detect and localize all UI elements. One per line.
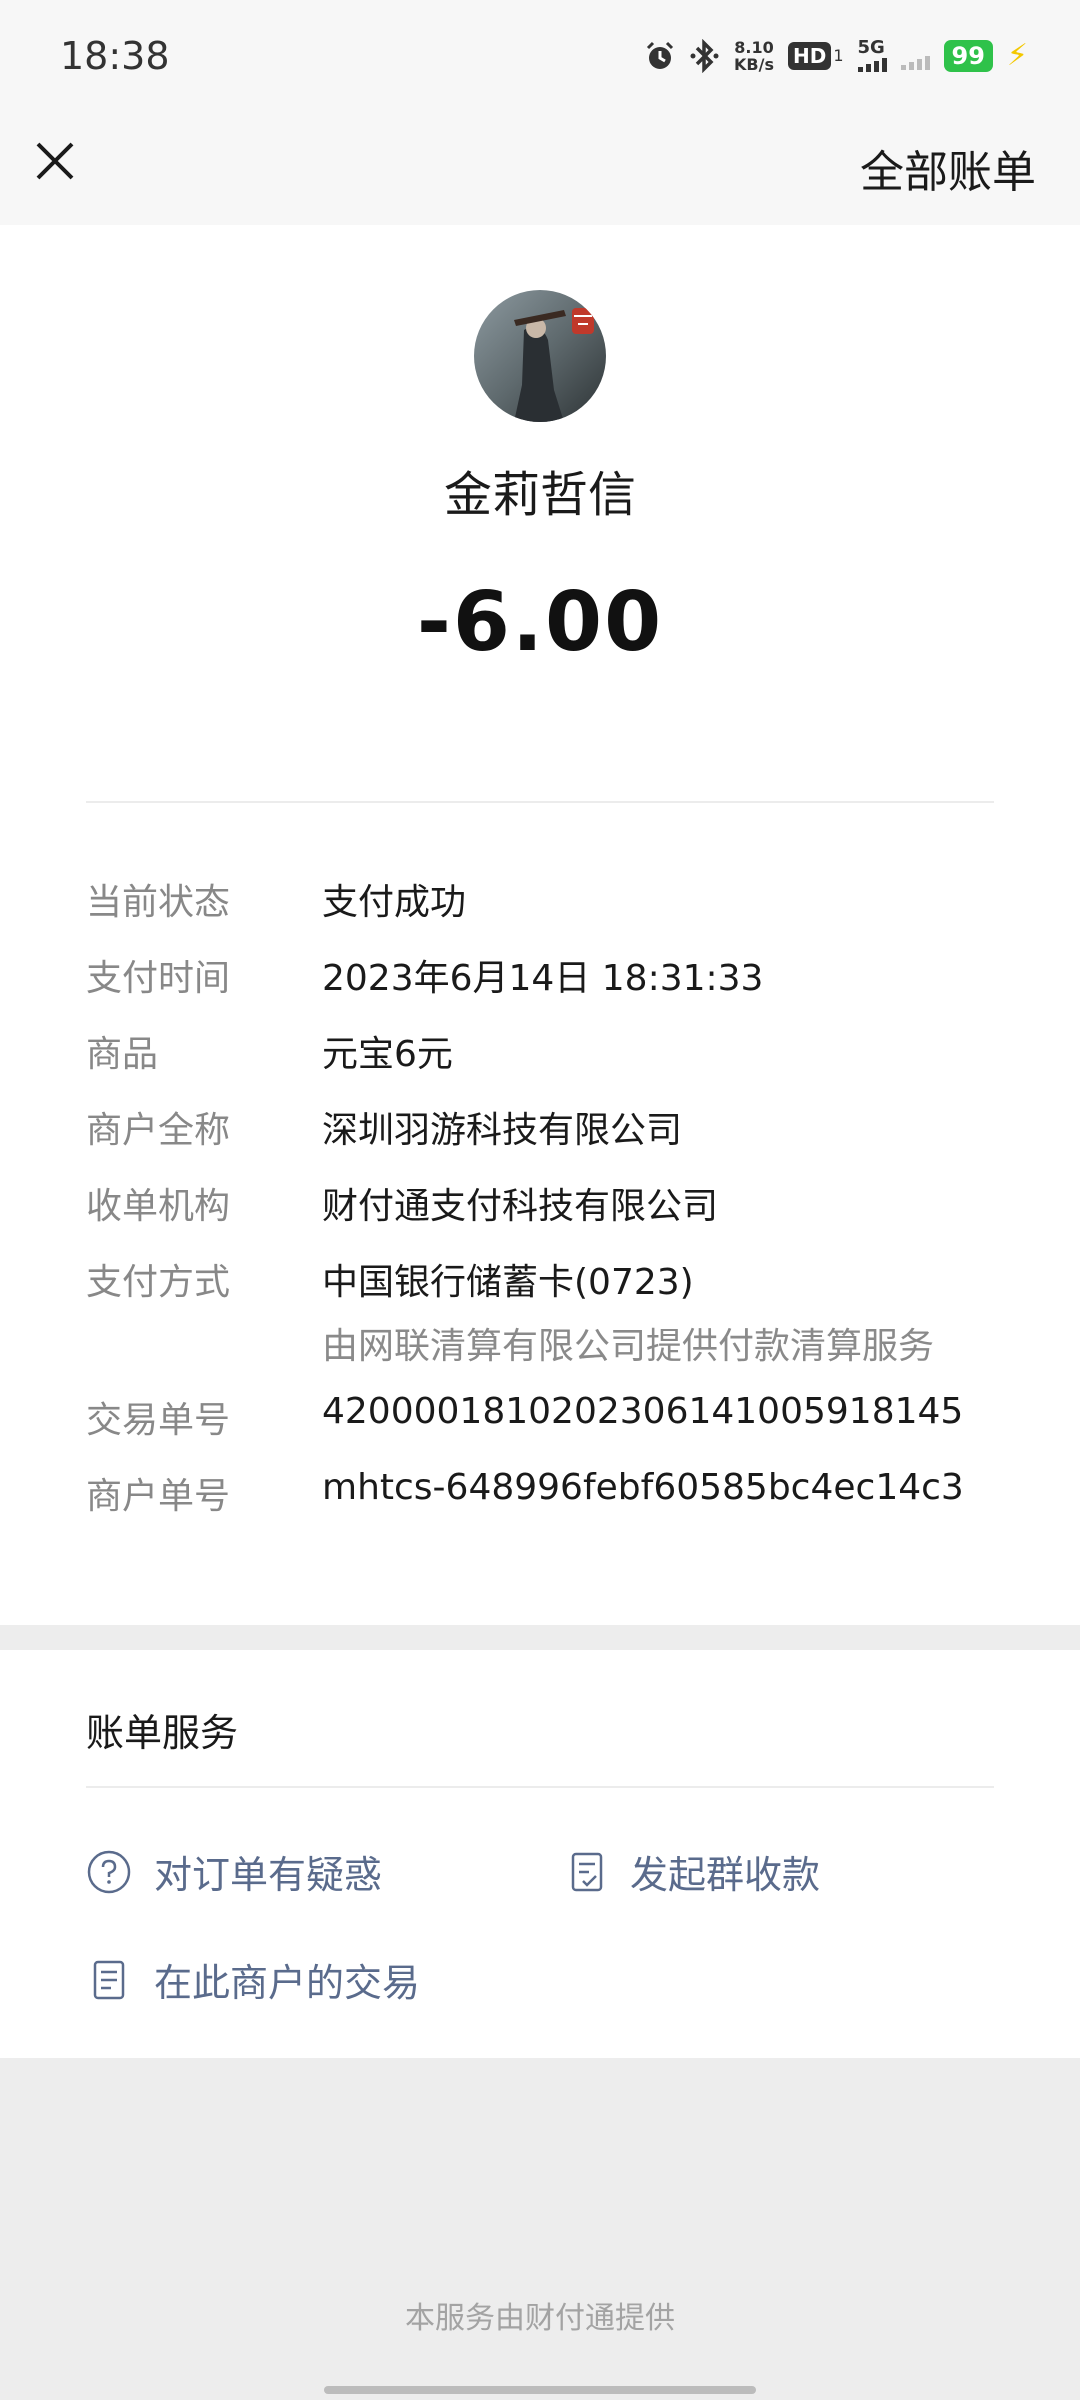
status-time: 18:38	[60, 34, 170, 78]
lightning-icon: ⚡	[1006, 38, 1028, 73]
detail-value: 深圳羽游科技有限公司	[322, 1110, 683, 1151]
merchant-name: 金莉哲信	[443, 467, 636, 523]
detail-label: 交易单号	[86, 1400, 231, 1441]
hd-badge: HD	[787, 41, 832, 70]
merchant-avatar	[474, 290, 606, 422]
group-collect-label: 发起群收款	[630, 1853, 821, 1897]
close-icon[interactable]	[30, 136, 80, 186]
detail-label: 商户单号	[86, 1476, 231, 1517]
detail-value: 4200001810202306141005918145	[322, 1391, 964, 1432]
battery-indicator: 99	[943, 39, 993, 72]
bill-detail-card: 金莉哲信 -6.00 当前状态 支付成功 支付时间 2023年6月14日 18:…	[0, 225, 1080, 1625]
detail-row-payment-method: 支付方式 中国银行储蓄卡(0723) 由网联清算有限公司提供付款清算服务	[86, 1253, 1026, 1383]
detail-value: 支付成功	[322, 882, 467, 923]
detail-label: 商品	[86, 1034, 159, 1075]
detail-label: 支付时间	[86, 958, 231, 999]
hd-sub: 1	[833, 46, 844, 65]
bill-services-card: 账单服务 对订单有疑惑 发起群收款 在此商户的交易	[0, 1650, 1080, 2058]
detail-label: 收单机构	[86, 1186, 231, 1227]
network-type: 5G	[857, 36, 885, 58]
divider	[86, 801, 994, 803]
net-speed-unit: KB/s	[734, 54, 774, 74]
signal-icon: 5G	[857, 36, 887, 72]
footer-provider-note: 本服务由财付通提供	[405, 2301, 675, 2336]
secondary-signal-icon	[900, 54, 930, 70]
group-collect-icon	[571, 1852, 603, 1891]
net-speed: 8.10 KB/s	[734, 39, 774, 73]
services-title: 账单服务	[86, 1711, 239, 1755]
detail-label: 商户全称	[86, 1110, 231, 1151]
net-speed-value: 8.10	[734, 37, 774, 57]
all-bills-link[interactable]: 全部账单	[860, 136, 1036, 200]
bluetooth-icon	[690, 38, 719, 73]
payment-amount: -6.00	[416, 575, 664, 670]
detail-label: 支付方式	[86, 1262, 231, 1303]
divider	[86, 1786, 994, 1788]
document-icon	[93, 1960, 125, 1999]
merchant-transactions-link[interactable]: 在此商户的交易	[86, 1952, 420, 2007]
detail-value: 中国银行储蓄卡(0723)	[322, 1262, 694, 1303]
detail-value: 2023年6月14日 18:31:33	[322, 958, 764, 999]
status-icons: 8.10 KB/s HD 1 5G 99 ⚡	[644, 38, 1028, 73]
detail-value: 元宝6元	[322, 1034, 453, 1075]
clearing-service-note: 由网联清算有限公司提供付款清算服务	[322, 1326, 935, 1367]
order-question-label: 对订单有疑惑	[154, 1853, 383, 1897]
group-collect-link[interactable]: 发起群收款	[568, 1844, 820, 1899]
home-indicator[interactable]	[324, 2386, 756, 2394]
order-question-link[interactable]: 对订单有疑惑	[86, 1844, 382, 1899]
detail-value: 财付通支付科技有限公司	[322, 1186, 719, 1227]
status-bar: 18:38 8.10 KB/s HD 1 5G 99 ⚡	[0, 0, 1080, 110]
nav-bar: 全部账单	[0, 110, 1080, 225]
detail-label: 当前状态	[86, 882, 231, 923]
question-icon	[87, 1850, 131, 1893]
alarm-icon	[646, 41, 674, 69]
detail-value: mhtcs-648996febf60585bc4ec14c3	[322, 1467, 964, 1508]
merchant-transactions-label: 在此商户的交易	[154, 1961, 421, 2005]
